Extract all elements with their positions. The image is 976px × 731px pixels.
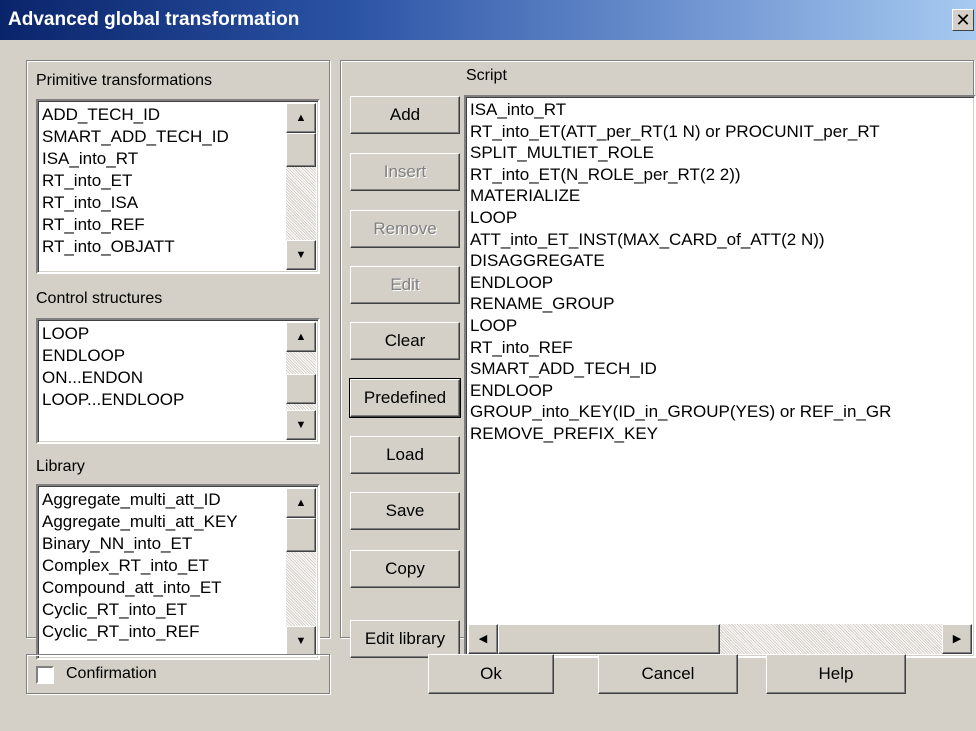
primitive-items: ADD_TECH_ID SMART_ADD_TECH_ID ISA_into_RT R… [42, 104, 284, 258]
primitive-transformations-label: Primitive transformations [36, 72, 213, 89]
primitive-transformations-list[interactable]: ADD_TECH_ID SMART_ADD_TECH_ID ISA_into_RT R… [36, 99, 320, 274]
list-item[interactable]: Binary_NN_into_ET [42, 533, 284, 555]
clear-button[interactable]: Clear [350, 322, 460, 360]
script-line[interactable]: SPLIT_MULTIET_ROLE [470, 142, 974, 164]
remove-button[interactable]: Remove [350, 210, 460, 248]
scroll-thumb[interactable] [498, 624, 720, 654]
scroll-left-icon[interactable]: ◀ [468, 624, 498, 654]
list-item[interactable]: RT_into_ET [42, 170, 284, 192]
list-item[interactable]: LOOP...ENDLOOP [42, 389, 284, 411]
confirmation-label[interactable]: Confirmation [66, 665, 157, 683]
add-button[interactable]: Add [350, 96, 460, 134]
scroll-up-icon[interactable]: ▲ [286, 103, 316, 133]
script-line[interactable]: RT_into_REF [470, 337, 974, 359]
list-item[interactable]: RT_into_REF [42, 214, 284, 236]
script-line[interactable]: REMOVE_PREFIX_KEY [470, 423, 974, 445]
save-button[interactable]: Save [350, 492, 460, 530]
list-item[interactable]: Complex_RT_into_ET [42, 555, 284, 577]
scroll-up-icon[interactable]: ▲ [286, 322, 316, 352]
script-hscrollbar[interactable]: ◀ ▶ [468, 624, 972, 654]
load-button[interactable]: Load [350, 436, 460, 474]
script-line[interactable]: RT_into_ET(N_ROLE_per_RT(2 2)) [470, 164, 974, 186]
copy-button[interactable]: Copy [350, 550, 460, 588]
scroll-down-icon[interactable]: ▼ [286, 410, 316, 440]
library-items: Aggregate_multi_att_ID Aggregate_multi_at… [42, 489, 284, 643]
script-line[interactable]: LOOP [470, 207, 974, 229]
list-item[interactable]: LOOP [42, 323, 284, 345]
confirmation-checkbox[interactable] [36, 666, 54, 684]
control-structures-list[interactable]: LOOP ENDLOOP ON...ENDON LOOP...ENDLOOP ▲ ▼ [36, 318, 320, 444]
scroll-right-icon[interactable]: ▶ [942, 624, 972, 654]
script-line[interactable]: RT_into_ET(ATT_per_RT(1 N) or PROCUNIT_p… [470, 121, 974, 143]
list-item[interactable]: Compound_att_into_ET [42, 577, 284, 599]
list-item[interactable]: RT_into_OBJATT [42, 236, 284, 258]
scroll-thumb[interactable] [286, 518, 316, 552]
script-line[interactable]: ENDLOOP [470, 380, 974, 402]
scroll-up-icon[interactable]: ▲ [286, 488, 316, 518]
script-line[interactable]: GROUP_into_KEY(ID_in_GROUP(YES) or REF_i… [470, 401, 974, 423]
script-line[interactable]: ISA_into_RT [470, 99, 974, 121]
edit-library-button[interactable]: Edit library [350, 620, 460, 658]
script-line[interactable]: ENDLOOP [470, 272, 974, 294]
cancel-button[interactable]: Cancel [598, 654, 738, 694]
script-line[interactable]: RENAME_GROUP [470, 293, 974, 315]
control-scrollbar[interactable]: ▲ ▼ [286, 322, 316, 440]
close-icon[interactable]: ✕ [952, 9, 974, 31]
title-bar: Advanced global transformation ✕ [0, 0, 976, 40]
list-item[interactable]: SMART_ADD_TECH_ID [42, 126, 284, 148]
list-item[interactable]: Aggregate_multi_att_ID [42, 489, 284, 511]
scroll-down-icon[interactable]: ▼ [286, 626, 316, 656]
window-title: Advanced global transformation [8, 9, 300, 30]
script-lines: ISA_into_RT RT_into_ET(ATT_per_RT(1 N) or… [470, 99, 974, 445]
list-item[interactable]: Cyclic_RT_into_ET [42, 599, 284, 621]
edit-button[interactable]: Edit [350, 266, 460, 304]
script-line[interactable]: DISAGGREGATE [470, 250, 974, 272]
script-line[interactable]: SMART_ADD_TECH_ID [470, 358, 974, 380]
script-list[interactable]: ISA_into_RT RT_into_ET(ATT_per_RT(1 N) or… [464, 95, 976, 658]
library-list[interactable]: Aggregate_multi_att_ID Aggregate_multi_at… [36, 484, 320, 660]
ok-button[interactable]: Ok [428, 654, 554, 694]
predefined-button[interactable]: Predefined [349, 378, 461, 418]
script-line[interactable]: LOOP [470, 315, 974, 337]
list-item[interactable]: RT_into_ISA [42, 192, 284, 214]
primitive-scrollbar[interactable]: ▲ ▼ [286, 103, 316, 270]
control-structures-label: Control structures [36, 290, 163, 307]
script-line[interactable]: MATERIALIZE [470, 185, 974, 207]
list-item[interactable]: ADD_TECH_ID [42, 104, 284, 126]
script-label: Script [466, 67, 507, 84]
library-scrollbar[interactable]: ▲ ▼ [286, 488, 316, 656]
help-button[interactable]: Help [766, 654, 906, 694]
list-item[interactable]: ON...ENDON [42, 367, 284, 389]
scroll-thumb[interactable] [286, 374, 316, 404]
list-item[interactable]: Aggregate_multi_att_KEY [42, 511, 284, 533]
scroll-thumb[interactable] [286, 133, 316, 167]
control-items: LOOP ENDLOOP ON...ENDON LOOP...ENDLOOP [42, 323, 284, 411]
insert-button[interactable]: Insert [350, 153, 460, 191]
script-line[interactable]: ATT_into_ET_INST(MAX_CARD_of_ATT(2 N)) [470, 229, 974, 251]
library-label: Library [36, 458, 85, 475]
scroll-down-icon[interactable]: ▼ [286, 240, 316, 270]
list-item[interactable]: ENDLOOP [42, 345, 284, 367]
list-item[interactable]: ISA_into_RT [42, 148, 284, 170]
list-item[interactable]: Cyclic_RT_into_REF [42, 621, 284, 643]
